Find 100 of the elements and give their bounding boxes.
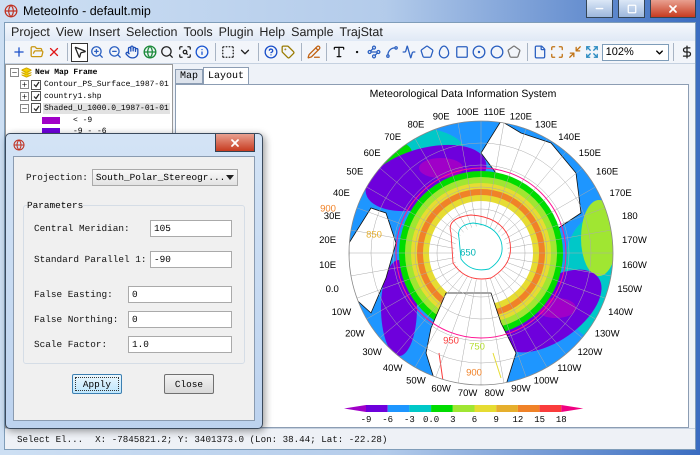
longitude-label: 120W: [577, 347, 602, 358]
input-field[interactable]: -90: [150, 251, 232, 268]
dashed-rectangle-icon: [220, 45, 235, 59]
parameters-heading: Parameters: [27, 200, 84, 211]
longitude-label: 50E: [346, 166, 364, 178]
zoom-combo[interactable]: 102%: [602, 44, 670, 60]
tree-item[interactable]: New Map Frame: [34, 67, 98, 78]
menu-item[interactable]: Sample: [288, 25, 337, 39]
tab[interactable]: Map: [175, 69, 204, 84]
expand-page-icon: [585, 45, 600, 59]
text-icon: [332, 45, 346, 59]
longitude-label: 110E: [484, 107, 506, 118]
status-mode: Select El...: [17, 434, 84, 444]
zoom-box-icon: [178, 45, 192, 59]
longitude-label: 20W: [345, 328, 365, 340]
close-button[interactable]: [650, 0, 696, 18]
longitude-label: 100W: [534, 375, 558, 386]
input-field[interactable]: 1.0: [128, 336, 232, 353]
search-icon: [160, 45, 174, 59]
curve-icon: [402, 45, 416, 59]
map-title: Meteorological Data Information System: [370, 88, 556, 100]
minimize-button[interactable]: [586, 0, 613, 18]
colorbar-tick-label: 12: [512, 415, 524, 425]
longitude-label: 150W: [617, 284, 642, 295]
input-field[interactable]: 0: [128, 286, 232, 303]
longitude-label: 150E: [578, 148, 601, 159]
colorbar-tick-label: 0.0: [423, 415, 440, 425]
contour-label: 650: [460, 248, 476, 259]
colorbar-tick-label: 18: [556, 415, 567, 425]
dialog-button[interactable]: Apply: [72, 374, 122, 394]
longitude-label: 160W: [622, 260, 647, 271]
contour-label: 900: [466, 368, 482, 379]
longitude-label: 70E: [384, 132, 402, 144]
colorbar-tick-label: 9: [494, 415, 499, 425]
field-label: Scale Factor:: [34, 339, 108, 350]
longitude-label: 90E: [432, 111, 450, 122]
longitude-label: 170W: [622, 235, 647, 246]
colorbar-tick-label: 6: [472, 415, 478, 425]
longitude-label: 110W: [557, 363, 582, 374]
longitude-label: 100E: [456, 107, 479, 118]
toolbar-button[interactable]: [124, 42, 141, 62]
longitude-label: 130W: [594, 328, 620, 340]
field-label: Standard Parallel 1:: [34, 254, 147, 265]
toolbar-button[interactable]: [262, 42, 280, 62]
layer-checkbox[interactable]: [31, 80, 41, 90]
tag-icon: [281, 45, 296, 59]
folder-icon: [30, 45, 44, 59]
longitude-label: 130E: [535, 120, 558, 131]
menu-item[interactable]: TrajStat: [336, 25, 386, 39]
menu-item[interactable]: Tools: [180, 25, 216, 39]
maximize-icon: [626, 4, 636, 14]
outline-pentagon-icon: [507, 45, 522, 59]
pencil-icon: [306, 45, 321, 59]
expand-toggle[interactable]: [20, 92, 29, 101]
contour-label: 950: [443, 336, 459, 347]
dialog-button[interactable]: Close: [164, 374, 214, 394]
globe-icon: [142, 45, 157, 59]
spline-icon: [384, 45, 399, 59]
tab[interactable]: Layout: [203, 67, 250, 84]
expand-toggle[interactable]: [20, 104, 29, 113]
legend-label: < -9: [72, 114, 94, 126]
projection-label: Projection:: [26, 172, 88, 183]
tree-item[interactable]: country1.shp: [43, 90, 103, 102]
circle-icon: [490, 45, 504, 59]
colorbar-tick-label: 3: [450, 415, 456, 425]
tree-item[interactable]: Shaded_U_1000.0_1987-01-01: [43, 102, 170, 114]
longitude-label: 120E: [510, 111, 532, 122]
longitude-label: 40E: [332, 188, 350, 199]
close-button[interactable]: [215, 134, 255, 152]
maximize-button[interactable]: [618, 0, 645, 18]
dialog-icon: [13, 139, 25, 151]
longitude-label: 20E: [319, 235, 336, 246]
contour-label: 750: [469, 342, 485, 353]
menu-item[interactable]: Plugin: [216, 25, 256, 39]
polyline-icon: [367, 45, 382, 59]
menu-item[interactable]: Project: [8, 25, 53, 39]
colorbar-tick-label: -3: [404, 415, 415, 425]
tree-item[interactable]: Contour_PS_Surface_1987-01: [43, 79, 170, 90]
square-icon: [454, 45, 469, 59]
menu-item[interactable]: Help: [256, 25, 288, 39]
layer-checkbox[interactable]: [31, 91, 41, 102]
projection-select[interactable]: South_Polar_Stereogr...: [92, 169, 238, 186]
toolbar-button[interactable]: [71, 42, 88, 62]
menu-item[interactable]: View: [52, 25, 86, 39]
expand-toggle[interactable]: [20, 80, 29, 90]
layer-checkbox[interactable]: [31, 103, 41, 114]
field-label: False Northing:: [34, 314, 118, 325]
input-field[interactable]: 0: [128, 311, 232, 328]
colorbar-tick-label: -9: [360, 415, 372, 425]
input-field[interactable]: 105: [150, 220, 232, 237]
legend-label: -9 - -6: [72, 126, 108, 138]
colorbar-tick-label: -6: [382, 415, 394, 425]
menu-item[interactable]: Insert: [86, 25, 124, 39]
longitude-label: 30W: [362, 347, 382, 358]
menu-item[interactable]: Selection: [123, 25, 180, 39]
plus-icon: [21, 92, 28, 100]
hand-icon: [125, 45, 140, 59]
shrink-page-icon: [568, 45, 582, 59]
expand-toggle[interactable]: [10, 68, 19, 78]
plus-icon: [21, 81, 28, 88]
